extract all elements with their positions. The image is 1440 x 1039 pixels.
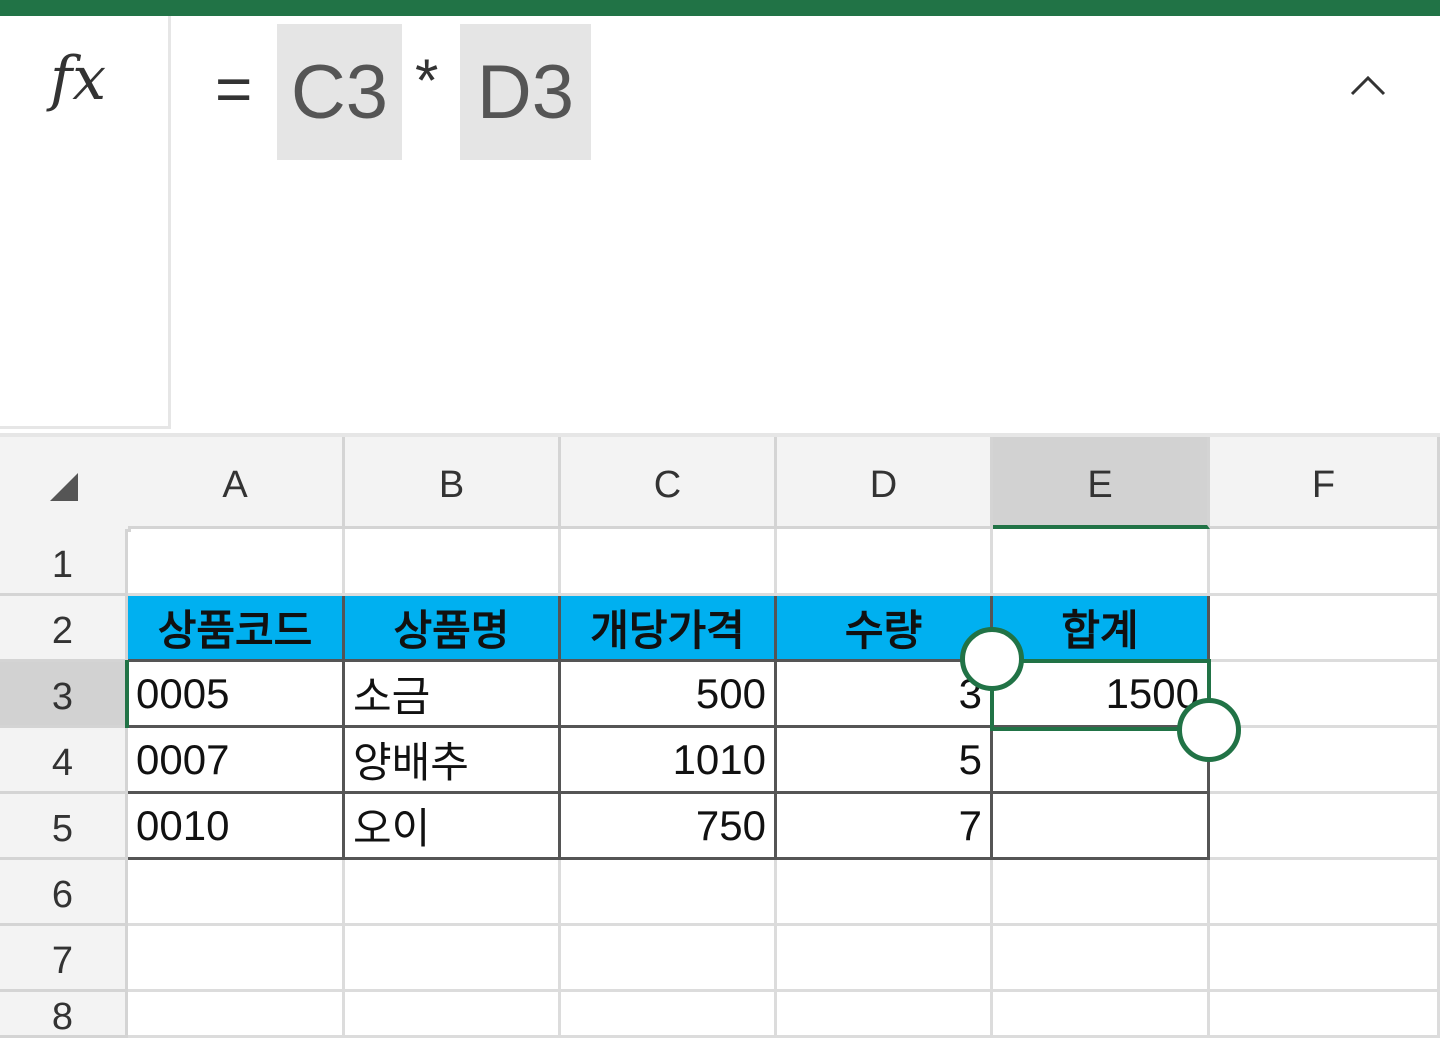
cell-b2[interactable]: 상품명 [345,596,561,662]
row-header-1[interactable]: 1 [0,529,128,596]
row-3-highlight-edge [125,660,129,728]
cell-a6[interactable] [128,860,345,926]
formula-bar[interactable]: = C3 * D3 [172,16,1440,436]
cell-a1[interactable] [128,529,345,596]
cell-d3[interactable]: 3 [777,662,993,728]
cell-b1[interactable] [345,529,561,596]
cell-d4[interactable]: 5 [777,728,993,794]
column-header-e[interactable]: E [993,437,1210,529]
cell-c3[interactable]: 500 [561,662,777,728]
cell-c8[interactable] [561,992,777,1038]
selection-handle-end[interactable] [1177,698,1241,762]
selection-handle-start[interactable] [960,627,1024,691]
cell-f3[interactable] [1210,662,1440,728]
formula-ref-d3[interactable]: D3 [460,24,591,160]
cell-c4[interactable]: 1010 [561,728,777,794]
row-header-8[interactable]: 8 [0,992,128,1038]
cell-c7[interactable] [561,926,777,992]
cell-e2[interactable]: 합계 [993,596,1210,662]
cell-e5[interactable] [993,794,1210,860]
cell-e3[interactable]: 1500 [993,662,1210,728]
fx-icon[interactable]: fx [50,44,106,114]
cell-b8[interactable] [345,992,561,1038]
cell-f5[interactable] [1210,794,1440,860]
cell-d1[interactable] [777,529,993,596]
cell-f7[interactable] [1210,926,1440,992]
column-header-b[interactable]: B [345,437,561,529]
cell-e7[interactable] [993,926,1210,992]
row-header-4[interactable]: 4 [0,728,128,794]
column-header-c[interactable]: C [561,437,777,529]
row-header-3[interactable]: 3 [0,662,128,728]
chevron-up-icon[interactable] [1348,70,1388,100]
cell-a7[interactable] [128,926,345,992]
cell-a8[interactable] [128,992,345,1038]
cell-c5[interactable]: 750 [561,794,777,860]
cell-f1[interactable] [1210,529,1440,596]
select-all-corner[interactable] [0,437,131,532]
column-header-f[interactable]: F [1210,437,1440,529]
cell-c1[interactable] [561,529,777,596]
cell-f8[interactable] [1210,992,1440,1038]
formula-ref-c3[interactable]: C3 [277,24,402,160]
row-header-2[interactable]: 2 [0,596,128,662]
app-top-bar [0,0,1440,16]
cell-a3[interactable]: 0005 [128,662,345,728]
cell-a5[interactable]: 0010 [128,794,345,860]
row-header-5[interactable]: 5 [0,794,128,860]
cell-c6[interactable] [561,860,777,926]
insert-function-panel[interactable]: fx [0,16,171,429]
cell-f2[interactable] [1210,596,1440,662]
cell-d8[interactable] [777,992,993,1038]
cell-b6[interactable] [345,860,561,926]
column-header-d[interactable]: D [777,437,993,529]
formula-operator: * [415,47,439,114]
cell-d7[interactable] [777,926,993,992]
cell-e1[interactable] [993,529,1210,596]
cell-b3[interactable]: 소금 [345,662,561,728]
formula-equals: = [215,53,253,125]
cell-b4[interactable]: 양배추 [345,728,561,794]
cell-b5[interactable]: 오이 [345,794,561,860]
column-header-a[interactable]: A [128,437,345,529]
cell-d6[interactable] [777,860,993,926]
select-all-icon [50,473,78,501]
cell-c2[interactable]: 개당가격 [561,596,777,662]
cell-a2[interactable]: 상품코드 [128,596,345,662]
cell-f4[interactable] [1210,728,1440,794]
row-header-7[interactable]: 7 [0,926,128,992]
cell-e6[interactable] [993,860,1210,926]
cell-e8[interactable] [993,992,1210,1038]
row-header-6[interactable]: 6 [0,860,128,926]
cell-f6[interactable] [1210,860,1440,926]
cell-b7[interactable] [345,926,561,992]
cell-d5[interactable]: 7 [777,794,993,860]
cell-a4[interactable]: 0007 [128,728,345,794]
